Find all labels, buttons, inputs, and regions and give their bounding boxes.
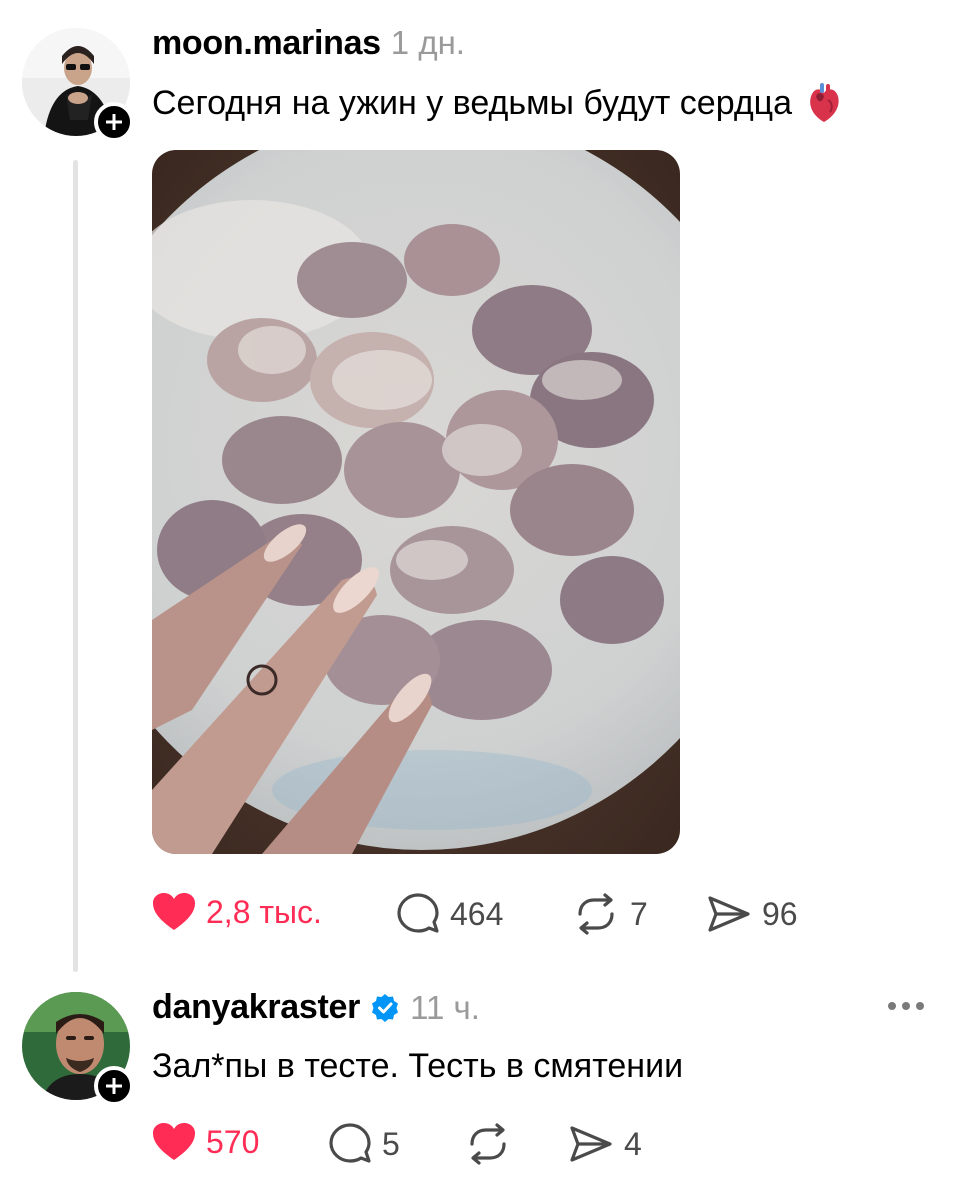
post-time: 11 ч. xyxy=(410,988,480,1026)
post-time: 1 дн. xyxy=(390,24,465,61)
comment-icon xyxy=(329,1123,371,1163)
comment-button[interactable]: 5 xyxy=(328,1122,400,1166)
repost-button[interactable] xyxy=(464,1122,522,1166)
like-button[interactable]: 2,8 тыс. xyxy=(152,892,322,932)
like-count: 570 xyxy=(206,1123,260,1160)
follow-plus-button[interactable] xyxy=(94,102,134,142)
share-button[interactable]: 96 xyxy=(706,892,798,936)
post-image[interactable] xyxy=(152,150,680,854)
dot xyxy=(902,1002,910,1010)
send-icon xyxy=(708,896,750,932)
anatomical-heart-icon xyxy=(810,83,839,122)
verified-badge-icon xyxy=(372,993,399,1022)
follow-plus-button[interactable] xyxy=(94,1066,134,1106)
post-header: moon.marinas 1 дн. xyxy=(152,24,465,63)
username[interactable]: danyakraster xyxy=(152,988,360,1027)
post-header: danyakraster 11 ч. xyxy=(152,988,480,1027)
send-icon xyxy=(570,1126,612,1162)
thread-line xyxy=(73,160,78,972)
comment-count: 464 xyxy=(450,895,504,932)
share-count: 4 xyxy=(624,1125,642,1162)
repost-button[interactable]: 7 xyxy=(572,892,648,936)
repost-icon xyxy=(578,893,614,935)
more-options-button[interactable] xyxy=(888,1002,924,1010)
dot xyxy=(888,1002,896,1010)
comment-count: 5 xyxy=(382,1125,400,1162)
heart-filled-icon xyxy=(153,1123,195,1160)
share-button[interactable]: 4 xyxy=(568,1122,642,1166)
dot xyxy=(916,1002,924,1010)
heart-filled-icon xyxy=(153,893,195,930)
repost-count: 7 xyxy=(630,895,648,932)
comment-icon xyxy=(397,893,439,933)
username[interactable]: moon.marinas xyxy=(152,24,381,63)
post-text-row: Сегодня на ужин у ведьмы будут сердца xyxy=(152,82,842,124)
post-text: Зал*пы в тесте. Тесть в смятении xyxy=(152,1047,684,1085)
post-text: Сегодня на ужин у ведьмы будут сердца xyxy=(152,84,793,122)
like-count: 2,8 тыс. xyxy=(206,893,322,930)
share-count: 96 xyxy=(762,895,798,932)
plus-icon xyxy=(106,114,122,130)
comment-button[interactable]: 464 xyxy=(396,892,503,936)
plus-icon xyxy=(106,1078,122,1094)
repost-icon xyxy=(470,1123,506,1165)
post-photo xyxy=(152,150,680,854)
like-button[interactable]: 570 xyxy=(152,1122,259,1162)
